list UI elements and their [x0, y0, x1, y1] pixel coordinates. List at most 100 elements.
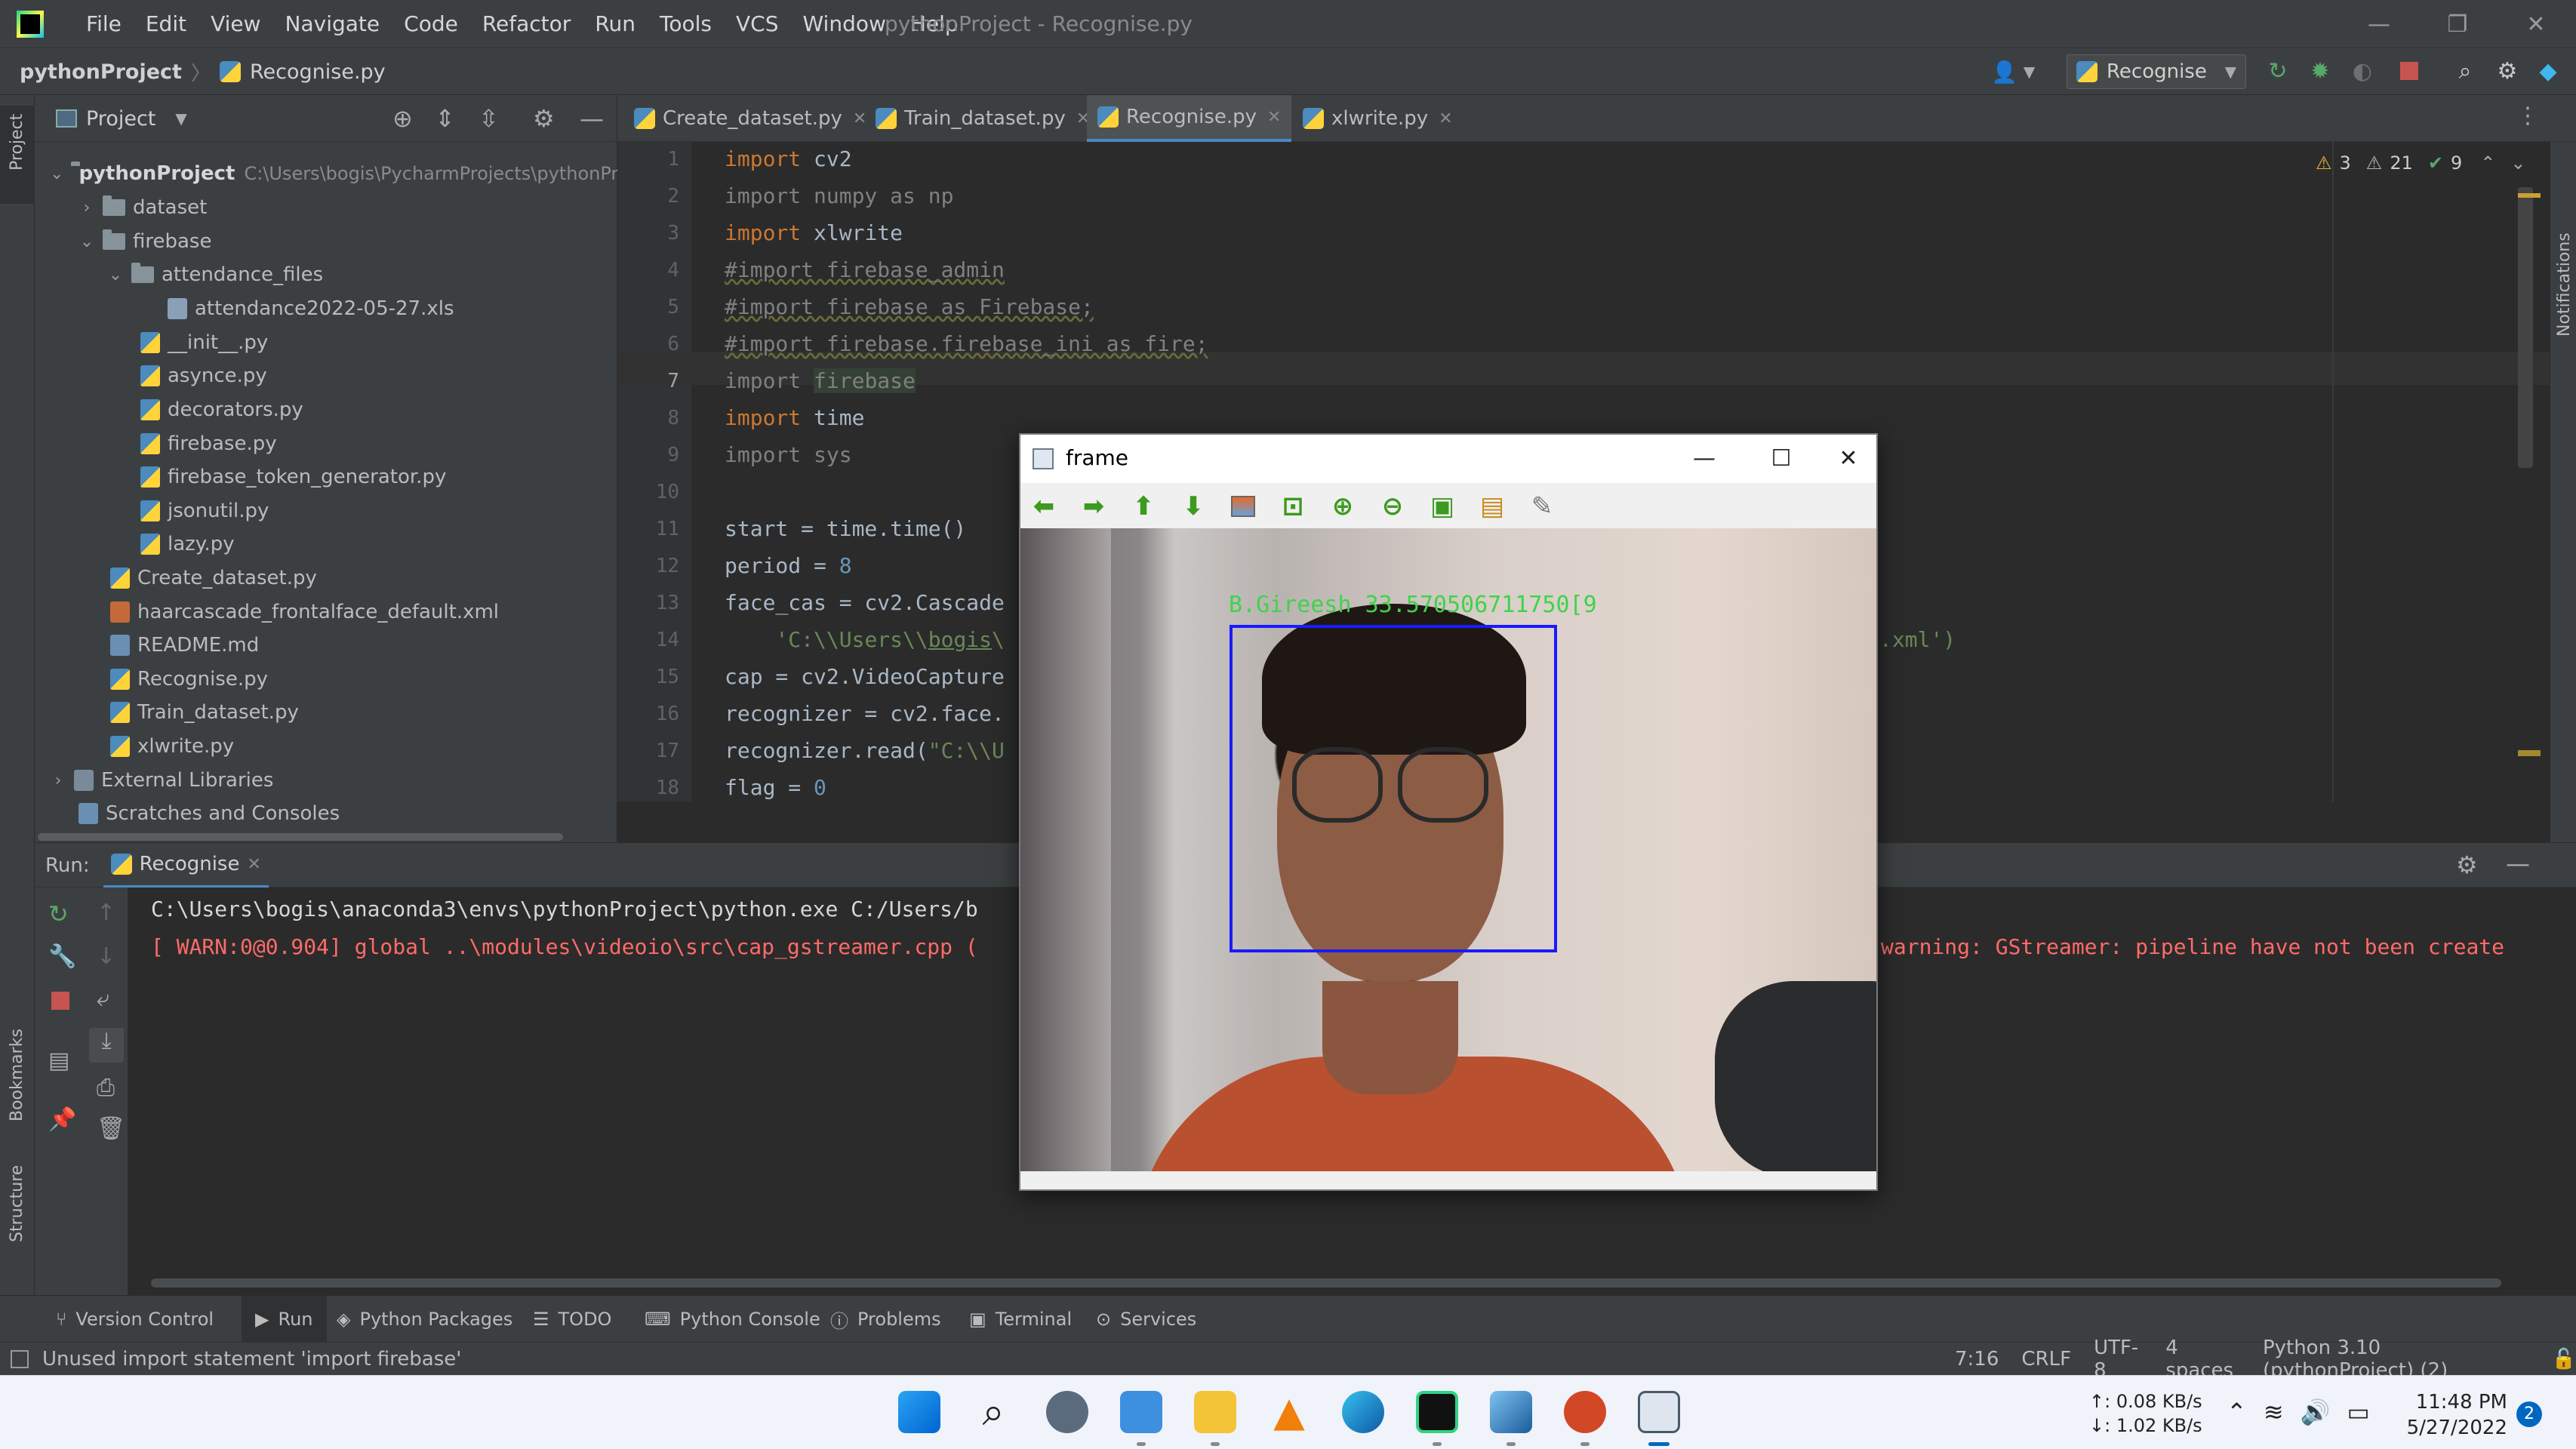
user-menu[interactable]: 👤 ▼ [1991, 54, 2035, 89]
layout-icon[interactable]: ▤ [48, 1048, 69, 1074]
scroll-to-end-icon[interactable]: ⤓ [89, 1028, 124, 1063]
tree-item-xlwrite-py[interactable]: xlwrite.py [35, 730, 617, 763]
tree-item-readme-md[interactable]: README.md [35, 629, 617, 662]
restore-button[interactable]: ❐ [2420, 0, 2495, 48]
fit-window-icon[interactable]: ⊡ [1279, 491, 1307, 521]
down-arrow-icon[interactable]: ↓ [97, 943, 115, 970]
tree-item-attendance-xls[interactable]: attendance2022-05-27.xls [35, 292, 617, 325]
breadcrumb-file[interactable]: Recognise.py [250, 60, 386, 84]
file-explorer-icon[interactable] [1194, 1391, 1236, 1433]
frame-window[interactable]: frame — ☐ ✕ ⬅ ➡ ⬆ ⬇ ⊡ ⊕ ⊖ ▣ ▤ ✎ B.Girees… [1019, 433, 1878, 1191]
stop-icon[interactable] [2396, 57, 2423, 85]
zoom-out-icon[interactable]: ⊖ [1378, 491, 1407, 521]
close-button[interactable]: ✕ [2498, 0, 2574, 48]
menu-window[interactable]: Window [790, 0, 897, 48]
wifi-icon[interactable]: ≋ [2264, 1398, 2284, 1426]
pycharm-icon[interactable] [1416, 1391, 1458, 1433]
up-arrow-icon[interactable]: ↑ [97, 900, 115, 926]
pan-right-icon[interactable]: ➡ [1079, 491, 1108, 521]
notifications-tool-label[interactable]: Notifications [2555, 232, 2574, 337]
pan-up-icon[interactable]: ⬆ [1129, 491, 1158, 521]
tree-item-asynce-py[interactable]: asynce.py [35, 359, 617, 392]
inspection-widget[interactable]: ⚠ 3 ⚠ 21 ✔ 9 ⌃ ⌄ [2316, 152, 2525, 174]
tree-item-recognise-py[interactable]: Recognise.py [35, 663, 617, 696]
collapse-all-icon[interactable]: ⇳ [479, 104, 499, 133]
tool-tab-todo[interactable]: ☰ TODO [533, 1296, 611, 1343]
bookmarks-tool-label[interactable]: Bookmarks [8, 1029, 26, 1121]
status-toggle-icon[interactable] [11, 1350, 29, 1368]
code-with-me-icon[interactable]: ◆ [2534, 57, 2562, 85]
tree-item-lazy-py[interactable]: lazy.py [35, 528, 617, 561]
tree-item-jsonutil-py[interactable]: jsonutil.py [35, 494, 617, 528]
volume-icon[interactable]: 🔊 [2301, 1398, 2331, 1426]
menu-view[interactable]: View [199, 0, 272, 48]
search-icon[interactable]: ⌕ [2451, 57, 2479, 85]
coverage-icon[interactable]: ◐ [2349, 57, 2376, 85]
trash-icon[interactable]: 🗑 [97, 1115, 125, 1142]
project-panel-title[interactable]: Project [86, 107, 155, 131]
clock[interactable]: 11:48 PM 5/27/2022 [2405, 1389, 2507, 1441]
photos-icon[interactable] [1490, 1391, 1532, 1433]
chevron-down-icon[interactable]: ▼ [175, 109, 186, 128]
project-tool-label[interactable]: Project [8, 114, 26, 171]
line-separator[interactable]: CRLF [2021, 1348, 2071, 1371]
tree-item-init-py[interactable]: __init__.py [35, 326, 617, 359]
store-icon[interactable] [1120, 1391, 1162, 1433]
close-tab-icon[interactable]: ✕ [853, 109, 866, 128]
powerpoint-icon[interactable] [1564, 1391, 1606, 1433]
options-gear-icon[interactable]: ⚙ [533, 104, 555, 133]
lock-icon[interactable]: 🔓 [2552, 1348, 2576, 1371]
zoom-in-icon[interactable]: ⊕ [1328, 491, 1357, 521]
run-config-selector[interactable]: Recognise ▼ [2067, 54, 2246, 89]
settings-gear-icon[interactable]: ⚙ [2494, 57, 2521, 85]
frame-minimize-button[interactable]: — [1667, 438, 1742, 480]
menu-code[interactable]: Code [392, 0, 470, 48]
zoom-original-icon[interactable] [1229, 492, 1257, 521]
tree-item-haarcascade-xml[interactable]: haarcascade_frontalface_default.xml [35, 595, 617, 629]
close-tab-icon[interactable]: ✕ [1439, 109, 1452, 128]
tree-item-train-dataset-py[interactable]: Train_dataset.py [35, 696, 617, 729]
chevron-up-icon[interactable]: ⌃ [2227, 1398, 2247, 1426]
tool-tab-run[interactable]: ▶ Run [242, 1296, 327, 1343]
tree-item-firebase[interactable]: ⌄ firebase [35, 225, 617, 258]
close-tab-icon[interactable]: ✕ [247, 855, 260, 874]
menu-file[interactable]: File [74, 0, 134, 48]
locate-icon[interactable]: ⊕ [392, 104, 413, 133]
frame-title-bar[interactable]: frame — ☐ ✕ [1020, 435, 1876, 483]
wrench-icon[interactable]: 🔧 [48, 943, 76, 970]
pin-icon[interactable]: 📌 [48, 1106, 76, 1133]
tool-tab-terminal[interactable]: ▣ Terminal [969, 1296, 1072, 1343]
menu-run[interactable]: Run [583, 0, 648, 48]
caret-position[interactable]: 7:16 [1955, 1348, 1999, 1371]
tab-train-dataset[interactable]: Train_dataset.py ✕ [876, 95, 1097, 142]
menu-vcs[interactable]: VCS [724, 0, 790, 48]
edge-browser-icon[interactable] [1342, 1391, 1384, 1433]
print-icon[interactable]: ⎙ [97, 1075, 115, 1101]
tree-item-dataset[interactable]: › dataset [35, 191, 617, 224]
menu-refactor[interactable]: Refactor [470, 0, 583, 48]
copy-clipboard-icon[interactable]: ▤ [1478, 491, 1507, 521]
battery-icon[interactable]: ▭ [2347, 1398, 2369, 1426]
tab-xlwrite[interactable]: xlwrite.py ✕ [1303, 95, 1460, 142]
tree-item-firebase-py[interactable]: firebase.py [35, 427, 617, 460]
tab-create-dataset[interactable]: Create_dataset.py ✕ [634, 95, 874, 142]
tree-item-create-dataset-py[interactable]: Create_dataset.py [35, 561, 617, 595]
more-tabs-icon[interactable]: ⋮ [2516, 103, 2539, 129]
frame-window-taskbar-icon[interactable] [1638, 1391, 1680, 1433]
windows-start-icon[interactable] [898, 1391, 940, 1433]
pan-left-icon[interactable]: ⬅ [1029, 491, 1058, 521]
debug-icon[interactable]: ✹ [2307, 57, 2334, 85]
tree-item-scratches[interactable]: Scratches and Consoles [35, 797, 617, 830]
run-settings-gear-icon[interactable]: ⚙ [2456, 851, 2478, 879]
breadcrumb-project[interactable]: pythonProject [20, 60, 182, 84]
tree-item-decorators-py[interactable]: decorators.py [35, 393, 617, 426]
structure-tool-label[interactable]: Structure [8, 1165, 26, 1242]
tool-tab-problems[interactable]: ⓘ Problems [830, 1296, 941, 1343]
notification-badge[interactable]: 2 [2516, 1401, 2542, 1427]
settings-icon[interactable] [1046, 1391, 1088, 1433]
tool-tab-python-console[interactable]: ⌨ Python Console [645, 1296, 820, 1343]
tool-tab-services[interactable]: ⊙ Services [1096, 1296, 1196, 1343]
search-icon[interactable]: ⌕ [972, 1391, 1014, 1433]
tool-tab-version-control[interactable]: ⑂ Version Control [56, 1296, 214, 1343]
tree-item-external-libraries[interactable]: › External Libraries [35, 764, 617, 797]
